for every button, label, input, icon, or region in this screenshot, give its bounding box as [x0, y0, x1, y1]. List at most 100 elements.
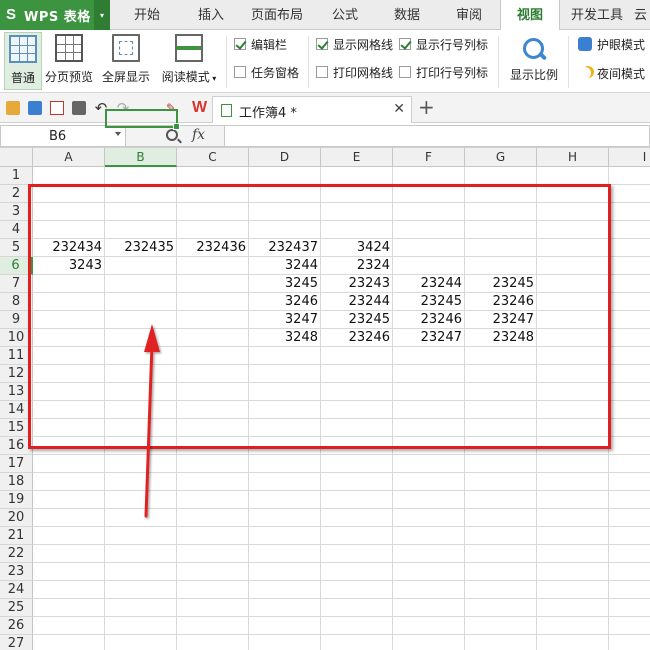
- reading-mode-label: 阅读模式: [161, 70, 210, 84]
- export-pdf-icon[interactable]: [50, 101, 64, 115]
- checkbox-unchecked-icon: [399, 66, 411, 78]
- checkbox-checked-icon: [234, 38, 246, 50]
- column-header-a[interactable]: A: [33, 148, 105, 167]
- formula-bar: B6 fx: [0, 124, 650, 148]
- tab-page-layout[interactable]: 页面布局: [242, 0, 312, 30]
- tab-data[interactable]: 数据: [376, 0, 438, 30]
- column-header-g[interactable]: G: [465, 148, 537, 167]
- shield-eye-icon: [578, 37, 592, 51]
- formula-input[interactable]: [224, 125, 650, 147]
- page-break-preview-button[interactable]: 分页预览: [43, 32, 95, 90]
- chevron-down-icon[interactable]: ▾: [94, 0, 110, 30]
- tab-insert[interactable]: 插入: [180, 0, 242, 30]
- new-tab-plus-icon[interactable]: +: [418, 96, 435, 118]
- show-headings-checkbox[interactable]: 显示行号列标: [399, 36, 488, 52]
- task-pane-checkbox[interactable]: 任务窗格: [234, 64, 299, 80]
- annotation-rectangle: [28, 184, 611, 449]
- print-gridlines-label: 打印网格线: [333, 65, 394, 80]
- column-header-i[interactable]: I: [609, 148, 650, 167]
- ribbon-view: 普通 分页预览 全屏显示 阅读模式 ▾ 编辑栏 任务窗格 显示网格线 打印网格线…: [0, 30, 650, 93]
- save-icon[interactable]: [28, 101, 42, 115]
- print-headings-checkbox[interactable]: 打印行号列标: [399, 64, 488, 80]
- normal-view-button[interactable]: 普通: [4, 32, 42, 90]
- column-header-e[interactable]: E: [321, 148, 393, 167]
- close-icon[interactable]: ✕: [393, 101, 405, 117]
- menu-bar: S WPS 表格 ▾ 开始 插入 页面布局 公式 数据 审阅 视图 开发工具 云: [0, 0, 650, 31]
- row-header-22[interactable]: 22: [0, 545, 33, 563]
- tab-developer[interactable]: 开发工具: [562, 0, 632, 30]
- checkbox-unchecked-icon: [234, 66, 246, 78]
- row-header-20[interactable]: 20: [0, 509, 33, 527]
- fullscreen-button[interactable]: 全屏显示: [99, 32, 153, 90]
- row-header-19[interactable]: 19: [0, 491, 33, 509]
- ribbon-divider: [308, 36, 309, 88]
- edit-bar-checkbox[interactable]: 编辑栏: [234, 36, 287, 52]
- checkbox-checked-icon: [316, 38, 328, 50]
- row-header-23[interactable]: 23: [0, 563, 33, 581]
- column-header-d[interactable]: D: [249, 148, 321, 167]
- edit-bar-label: 编辑栏: [251, 37, 288, 52]
- row-header-17[interactable]: 17: [0, 455, 33, 473]
- row-header-18[interactable]: 18: [0, 473, 33, 491]
- name-box-value: B6: [49, 129, 67, 144]
- tab-review[interactable]: 审阅: [438, 0, 500, 30]
- tab-view[interactable]: 视图: [500, 0, 560, 31]
- tab-formulas[interactable]: 公式: [314, 0, 376, 30]
- name-box[interactable]: B6: [0, 125, 126, 147]
- wps-w-logo-icon: W: [192, 99, 208, 116]
- page-break-icon: [55, 34, 83, 62]
- tab-cloud[interactable]: 云: [634, 0, 650, 30]
- task-pane-label: 任务窗格: [251, 65, 300, 80]
- reading-mode-icon: [175, 34, 203, 62]
- chevron-down-icon[interactable]: [115, 132, 121, 136]
- select-all-corner[interactable]: [0, 148, 33, 167]
- night-mode-button[interactable]: 夜间模式: [578, 64, 645, 82]
- normal-view-label: 普通: [10, 71, 35, 85]
- column-header-f[interactable]: F: [393, 148, 465, 167]
- print-gridlines-checkbox[interactable]: 打印网格线: [316, 64, 393, 80]
- active-cell-selection: [105, 109, 180, 130]
- row-header-21[interactable]: 21: [0, 527, 33, 545]
- night-mode-label: 夜间模式: [597, 66, 646, 81]
- document-tab[interactable]: 工作簿4 * ✕: [212, 96, 412, 123]
- insert-function-button[interactable]: fx: [192, 127, 205, 143]
- checkbox-checked-icon: [399, 38, 411, 50]
- column-header-h[interactable]: H: [537, 148, 609, 167]
- show-headings-label: 显示行号列标: [416, 37, 489, 52]
- page-break-label: 分页预览: [44, 70, 93, 84]
- row-header-27[interactable]: 27: [0, 635, 33, 650]
- spreadsheet-file-icon: [221, 104, 232, 117]
- ribbon-divider: [498, 36, 499, 88]
- column-header-c[interactable]: C: [177, 148, 249, 167]
- eye-mode-button[interactable]: 护眼模式: [578, 35, 645, 53]
- fullscreen-icon: [112, 34, 140, 62]
- open-folder-icon[interactable]: [6, 101, 20, 115]
- chevron-down-icon: ▾: [209, 74, 217, 83]
- row-header-26[interactable]: 26: [0, 617, 33, 635]
- print-icon[interactable]: [72, 101, 86, 115]
- zoom-label: 显示比例: [509, 68, 558, 82]
- wps-s-logo-icon: S: [6, 6, 17, 23]
- quick-access-toolbar: ↶ ↷ ✎ W 工作簿4 * ✕ +: [0, 93, 650, 123]
- checkbox-unchecked-icon: [316, 66, 328, 78]
- app-menu-button[interactable]: S WPS 表格 ▾: [0, 0, 110, 30]
- row-header-25[interactable]: 25: [0, 599, 33, 617]
- row-header-24[interactable]: 24: [0, 581, 33, 599]
- moon-icon: [578, 66, 592, 80]
- column-header-b[interactable]: B: [105, 148, 177, 167]
- ribbon-divider: [226, 36, 227, 88]
- document-tab-title: 工作簿4 *: [239, 106, 297, 121]
- eye-mode-label: 护眼模式: [597, 37, 646, 52]
- search-function-icon[interactable]: [166, 129, 178, 141]
- tab-home[interactable]: 开始: [116, 0, 178, 30]
- row-header-1[interactable]: 1: [0, 167, 33, 185]
- zoom-button[interactable]: 显示比例: [506, 32, 562, 90]
- magnifier-icon: [521, 36, 547, 62]
- show-gridlines-label: 显示网格线: [333, 37, 394, 52]
- reading-mode-button[interactable]: 阅读模式 ▾: [157, 32, 221, 90]
- normal-view-icon: [9, 35, 37, 63]
- ribbon-divider: [568, 36, 569, 88]
- show-gridlines-checkbox[interactable]: 显示网格线: [316, 36, 393, 52]
- fullscreen-label: 全屏显示: [101, 70, 150, 84]
- app-title: WPS 表格: [24, 9, 91, 25]
